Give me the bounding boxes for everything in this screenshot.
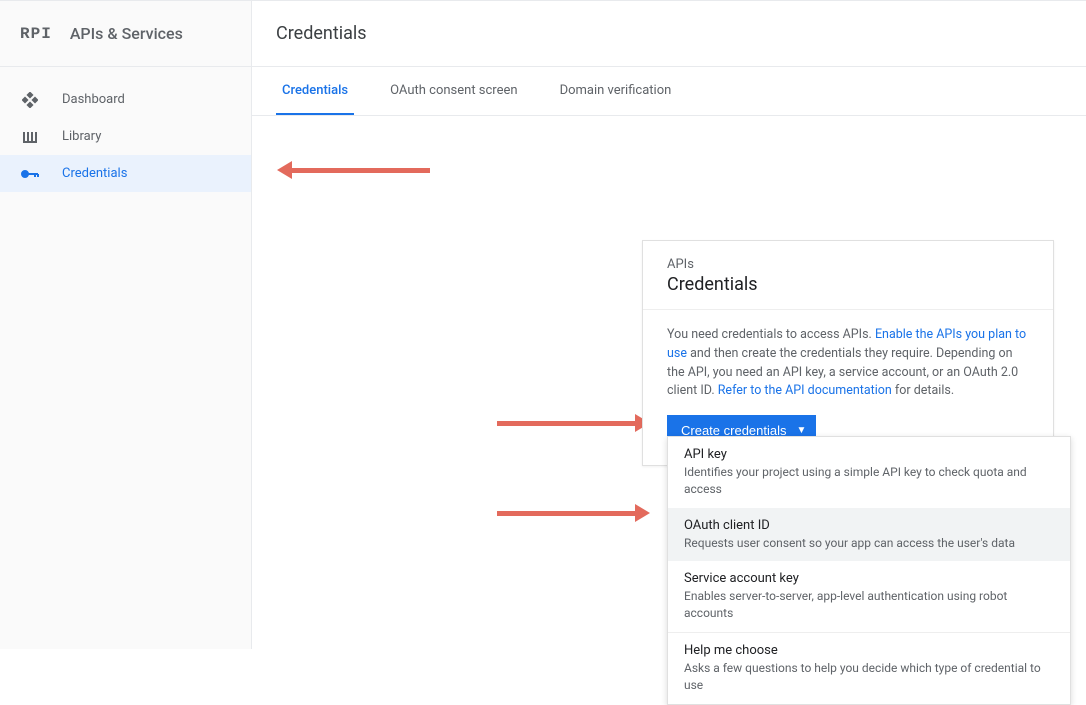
dropdown-item-help-me-choose[interactable]: Help me choose Asks a few questions to h… <box>668 632 1070 704</box>
sidebar: RPI APIs & Services Dashboard Library <box>0 1 252 649</box>
page-title: Credentials <box>276 23 367 44</box>
main-header: Credentials <box>252 1 1086 67</box>
sidebar-item-dashboard[interactable]: Dashboard <box>0 81 251 118</box>
dropdown-item-title: Service account key <box>684 571 1054 586</box>
tab-credentials[interactable]: Credentials <box>276 67 354 115</box>
dropdown-item-title: OAuth client ID <box>684 518 1054 533</box>
tab-bar: Credentials OAuth consent screen Domain … <box>252 67 1086 116</box>
dropdown-item-desc: Enables server-to-server, app-level auth… <box>684 588 1054 622</box>
dropdown-item-service-account-key[interactable]: Service account key Enables server-to-se… <box>668 561 1070 632</box>
card-kicker: APIs <box>667 257 1029 272</box>
content-canvas: APIs Credentials You need credentials to… <box>252 116 1086 651</box>
dropdown-item-api-key[interactable]: API key Identifies your project using a … <box>668 437 1070 508</box>
sidebar-header: RPI APIs & Services <box>0 1 251 67</box>
sidebar-item-label: Library <box>62 129 101 144</box>
card-text: You need credentials to access APIs. <box>667 327 875 342</box>
tab-oauth-consent[interactable]: OAuth consent screen <box>384 67 523 115</box>
main: Credentials Credentials OAuth consent sc… <box>252 1 1086 649</box>
app-root: RPI APIs & Services Dashboard Library <box>0 0 1086 649</box>
sidebar-items: Dashboard Library Credentials <box>0 67 251 192</box>
sidebar-item-credentials[interactable]: Credentials <box>0 155 251 192</box>
sidebar-item-label: Credentials <box>62 166 127 181</box>
caret-down-icon: ▼ <box>797 425 807 436</box>
api-logo: RPI <box>20 25 52 43</box>
api-documentation-link[interactable]: Refer to the API documentation <box>718 383 892 398</box>
card-header: APIs Credentials <box>643 241 1053 310</box>
dropdown-item-desc: Asks a few questions to help you decide … <box>684 660 1054 694</box>
create-credentials-dropdown: API key Identifies your project using a … <box>667 436 1071 705</box>
card-text: for details. <box>892 383 954 398</box>
dropdown-item-title: Help me choose <box>684 643 1054 658</box>
annotation-arrow <box>497 504 650 522</box>
library-icon <box>20 129 40 145</box>
dropdown-item-desc: Identifies your project using a simple A… <box>684 464 1054 498</box>
credentials-card: APIs Credentials You need credentials to… <box>642 240 1054 466</box>
key-icon <box>20 169 40 179</box>
dropdown-item-title: API key <box>684 447 1054 462</box>
sidebar-title: APIs & Services <box>70 24 183 43</box>
sidebar-item-library[interactable]: Library <box>0 118 251 155</box>
annotation-arrow <box>277 161 430 179</box>
diamond-icon <box>20 92 40 108</box>
dropdown-item-oauth-client-id[interactable]: OAuth client ID Requests user consent so… <box>668 508 1070 562</box>
card-title: Credentials <box>667 274 1029 295</box>
dropdown-item-desc: Requests user consent so your app can ac… <box>684 535 1054 552</box>
sidebar-item-label: Dashboard <box>62 92 125 107</box>
tab-domain-verification[interactable]: Domain verification <box>554 67 678 115</box>
annotation-arrow <box>497 414 650 432</box>
